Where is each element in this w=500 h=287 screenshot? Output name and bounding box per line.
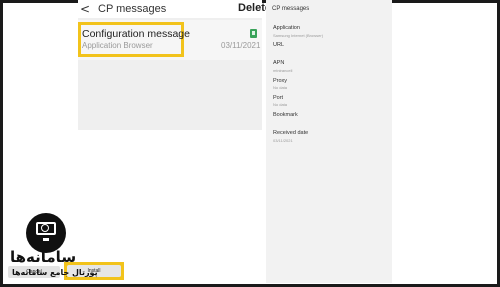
list-title: CP messages <box>98 3 167 15</box>
monitor-stand <box>43 238 49 241</box>
field-label-apn: APN <box>273 60 285 66</box>
field-value-application: Samsung Internet (Browser) <box>273 33 324 38</box>
field-value-received-date: 03/11/2021 <box>273 138 293 143</box>
back-arrow-icon[interactable]: < <box>80 2 90 16</box>
field-label-received-date: Received date <box>273 130 309 136</box>
field-value-port: No data <box>273 102 288 107</box>
cp-messages-list-screen: < CP messages Delete Configuration messa… <box>78 0 271 130</box>
sim-card-icon <box>250 29 257 38</box>
field-value-apn: mtnirancell <box>273 68 293 73</box>
message-subtitle: Application Browser <box>82 41 153 50</box>
logo-title: سامانه‌ها <box>10 248 77 266</box>
detail-title: CP messages <box>272 6 310 12</box>
message-detail-screen: CP messages Application Samsung Internet… <box>266 0 392 283</box>
field-label-url: URL <box>273 42 285 48</box>
search-icon <box>41 224 49 232</box>
field-label-port: Port <box>273 95 284 101</box>
message-title: Configuration message <box>82 28 190 40</box>
message-date: 03/11/2021 <box>221 41 261 50</box>
logo-subtitle: پورتال جامع سامانه‌ها <box>12 268 98 277</box>
field-label-proxy: Proxy <box>273 78 288 84</box>
field-value-proxy: No data <box>273 85 288 90</box>
list-header: < CP messages Delete <box>78 0 271 18</box>
field-label-application: Application <box>273 25 300 31</box>
field-label-bookmark: Bookmark <box>273 112 298 118</box>
